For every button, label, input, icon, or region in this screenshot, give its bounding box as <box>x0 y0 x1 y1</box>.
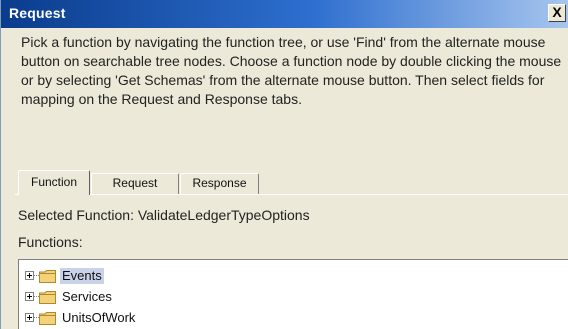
tab-function[interactable]: Function <box>18 170 90 195</box>
tree-node-label[interactable]: Services <box>60 289 114 305</box>
tab-response[interactable]: Response <box>180 173 259 194</box>
function-tree[interactable]: Events Services UnitsOfWork <box>18 259 568 329</box>
close-icon: X <box>552 4 562 20</box>
expand-icon[interactable] <box>25 313 34 322</box>
tab-panel-border <box>15 194 568 195</box>
folder-icon <box>39 312 56 325</box>
title-bar[interactable]: Request X <box>1 0 568 28</box>
close-button[interactable]: X <box>548 4 566 22</box>
tree-node-label[interactable]: UnitsOfWork <box>60 310 137 326</box>
dialog-title: Request <box>9 5 66 21</box>
folder-icon <box>39 270 56 283</box>
functions-label: Functions: <box>18 234 83 250</box>
expand-icon[interactable] <box>25 292 34 301</box>
selected-function-label: Selected Function: ValidateLedgerTypeOpt… <box>18 207 310 223</box>
instructions-text: Pick a function by navigating the functi… <box>21 34 562 107</box>
expand-icon[interactable] <box>25 271 34 280</box>
request-dialog: Request X Pick a function by navigating … <box>0 0 568 329</box>
tree-node-label[interactable]: Events <box>60 268 104 284</box>
folder-icon <box>39 291 56 304</box>
tab-request[interactable]: Request <box>91 173 179 194</box>
